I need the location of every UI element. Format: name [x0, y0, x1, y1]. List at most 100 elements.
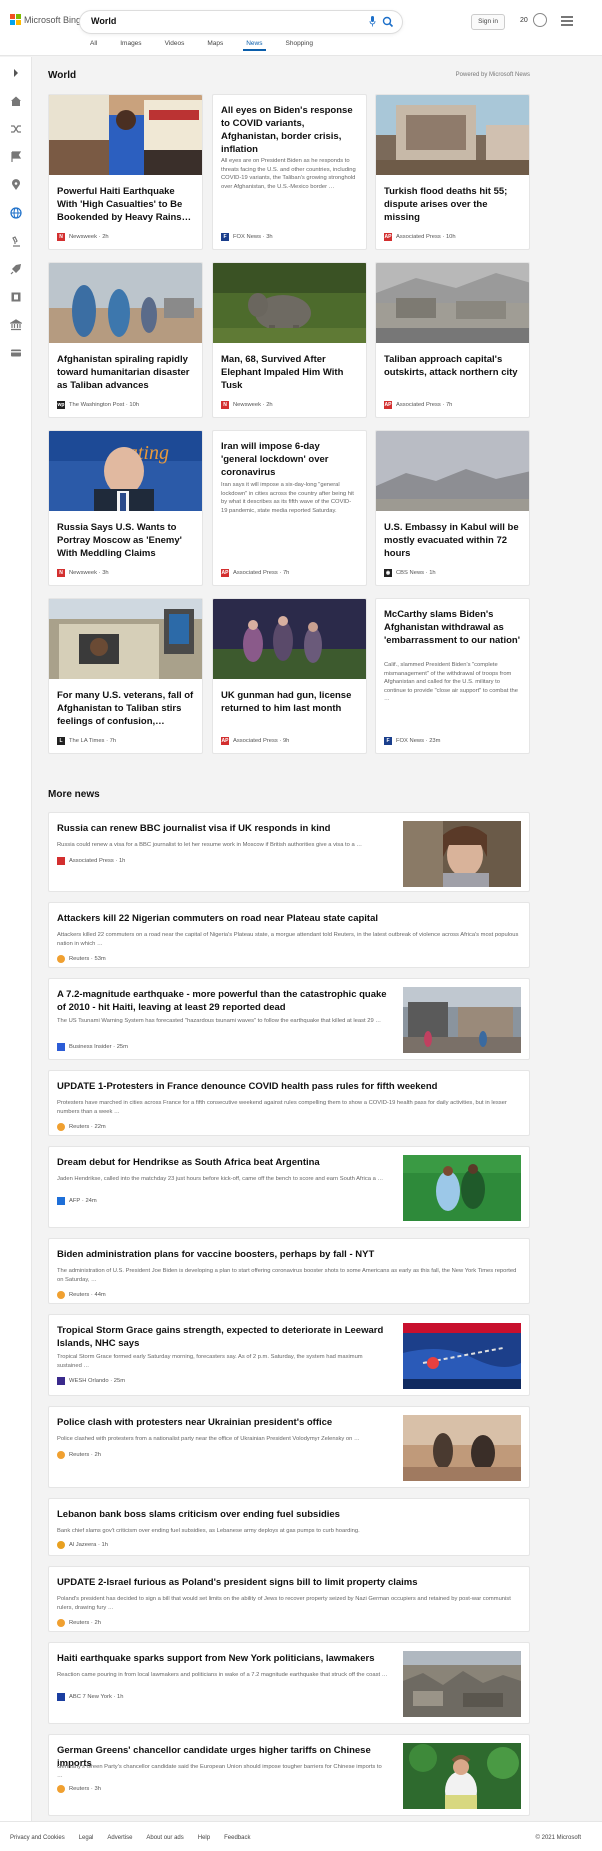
news-time: 1h	[101, 1542, 108, 1548]
news-title[interactable]: Biden administration plans for vaccine b…	[57, 1248, 519, 1261]
news-row[interactable]: Police clash with protesters near Ukrain…	[48, 1406, 530, 1488]
news-card[interactable]: McCarthy slams Biden's Afghanistan withd…	[375, 598, 530, 754]
search-input[interactable]: World	[91, 16, 116, 26]
news-title[interactable]: A 7.2-magnitude earthquake - more powerf…	[57, 988, 389, 1014]
logo-text: Microsoft Bing	[24, 14, 82, 25]
news-title[interactable]: Powerful Haiti Earthquake With 'High Cas…	[57, 185, 194, 224]
news-card[interactable]: Afghanistan spiraling rapidly toward hum…	[48, 262, 203, 418]
rewards-points[interactable]: 20	[520, 17, 528, 24]
news-title[interactable]: For many U.S. veterans, fall of Afghanis…	[57, 689, 194, 728]
news-title[interactable]: U.S. Embassy in Kabul will be mostly eva…	[384, 521, 521, 560]
footer-link-privacy[interactable]: Privacy and Cookies	[10, 1835, 65, 1841]
news-title[interactable]: Lebanon bank boss slams criticism over e…	[57, 1508, 519, 1521]
news-image	[376, 95, 529, 175]
news-card[interactable]: UK gunman had gun, license returned to h…	[212, 598, 367, 754]
source-logo-icon	[57, 1377, 65, 1385]
footer-link-about-ads[interactable]: About our ads	[146, 1835, 183, 1841]
news-title[interactable]: Afghanistan spiraling rapidly toward hum…	[57, 353, 194, 392]
source-name: Reuters	[69, 1124, 90, 1130]
news-thumbnail	[403, 1323, 521, 1389]
news-card[interactable]: U.S. Embassy in Kabul will be mostly eva…	[375, 430, 530, 586]
microscope-icon[interactable]	[10, 235, 22, 247]
news-card[interactable]: Man, 68, Survived After Elephant Impaled…	[212, 262, 367, 418]
menu-icon[interactable]	[561, 16, 573, 26]
bank-icon[interactable]	[10, 319, 22, 331]
news-row[interactable]: UPDATE 2-Israel furious as Poland's pres…	[48, 1566, 530, 1632]
news-description: Jaden Hendrikse, called into the matchda…	[57, 1176, 384, 1182]
tab-shopping[interactable]: Shopping	[286, 40, 313, 47]
news-time: 2h	[266, 402, 273, 408]
news-title[interactable]: Taliban approach capital's outskirts, at…	[384, 353, 521, 379]
bing-logo[interactable]: Microsoft Bing	[10, 14, 81, 25]
news-card[interactable]: All eyes on Biden's response to COVID va…	[212, 94, 367, 250]
location-pin-icon[interactable]	[10, 179, 22, 191]
news-source: Reuters · 2h	[57, 1619, 101, 1627]
source-logo-icon: F	[384, 737, 392, 745]
globe-icon[interactable]	[10, 207, 22, 219]
rocket-icon[interactable]	[10, 263, 22, 275]
news-row[interactable]: UPDATE 1-Protesters in France denounce C…	[48, 1070, 530, 1136]
sign-in-button[interactable]: Sign in	[471, 14, 505, 30]
news-title[interactable]: McCarthy slams Biden's Afghanistan withd…	[384, 608, 521, 647]
expand-chevron-icon[interactable]	[10, 67, 22, 79]
footer-link-help[interactable]: Help	[198, 1835, 210, 1841]
shuffle-icon[interactable]	[10, 123, 22, 135]
news-card[interactable]: Taliban approach capital's outskirts, at…	[375, 262, 530, 418]
news-title[interactable]: All eyes on Biden's response to COVID va…	[221, 104, 358, 156]
news-source: AP Associated Press · 7h	[221, 569, 290, 577]
news-row[interactable]: A 7.2-magnitude earthquake - more powerf…	[48, 978, 530, 1060]
tab-maps[interactable]: Maps	[207, 40, 223, 47]
news-title[interactable]: Dream debut for Hendrikse as South Afric…	[57, 1156, 389, 1169]
news-row[interactable]: Tropical Storm Grace gains strength, exp…	[48, 1314, 530, 1396]
news-row[interactable]: German Greens' chancellor candidate urge…	[48, 1734, 530, 1816]
source-logo-icon	[57, 1619, 65, 1627]
news-time: 25m	[116, 1044, 128, 1050]
news-title[interactable]: UK gunman had gun, license returned to h…	[221, 689, 358, 715]
rewards-medal-icon[interactable]	[533, 13, 547, 27]
news-title[interactable]: Attackers kill 22 Nigerian commuters on …	[57, 912, 519, 925]
news-row[interactable]: Russia can renew BBC journalist visa if …	[48, 812, 530, 892]
news-card[interactable]: For many U.S. veterans, fall of Afghanis…	[48, 598, 203, 754]
news-title[interactable]: Tropical Storm Grace gains strength, exp…	[57, 1324, 389, 1350]
news-card[interactable]: eating Russia Says U.S. Wants to Portray…	[48, 430, 203, 586]
news-row[interactable]: Attackers kill 22 Nigerian commuters on …	[48, 902, 530, 968]
news-title[interactable]: Haiti earthquake sparks support from New…	[57, 1652, 389, 1665]
source-name: Associated Press	[69, 858, 114, 864]
tab-images[interactable]: Images	[120, 40, 141, 47]
source-logo-icon: AP	[221, 569, 229, 577]
footer-link-legal[interactable]: Legal	[79, 1835, 94, 1841]
news-title[interactable]: Iran will impose 6-day 'general lockdown…	[221, 440, 358, 479]
news-row[interactable]: Lebanon bank boss slams criticism over e…	[48, 1498, 530, 1556]
footer-link-advertise[interactable]: Advertise	[107, 1835, 132, 1841]
news-title[interactable]: UPDATE 2-Israel furious as Poland's pres…	[57, 1576, 519, 1589]
news-source: AFP · 24m	[57, 1197, 97, 1205]
tab-all[interactable]: All	[90, 40, 97, 47]
news-row[interactable]: Dream debut for Hendrikse as South Afric…	[48, 1146, 530, 1228]
tab-videos[interactable]: Videos	[165, 40, 185, 47]
news-title[interactable]: Man, 68, Survived After Elephant Impaled…	[221, 353, 358, 392]
news-time: 1h	[117, 1694, 124, 1700]
home-icon[interactable]	[10, 95, 22, 107]
footer-link-feedback[interactable]: Feedback	[224, 1835, 250, 1841]
news-title[interactable]: Russia can renew BBC journalist visa if …	[57, 822, 389, 835]
credit-card-icon[interactable]	[10, 347, 22, 359]
news-title[interactable]: Police clash with protesters near Ukrain…	[57, 1416, 389, 1429]
news-title[interactable]: Turkish flood deaths hit 55; dispute ari…	[384, 185, 521, 224]
search-icon[interactable]	[380, 14, 396, 30]
source-logo-icon: AP	[384, 401, 392, 409]
news-title[interactable]: Russia Says U.S. Wants to Portray Moscow…	[57, 521, 194, 560]
microphone-icon[interactable]	[369, 16, 376, 27]
film-icon[interactable]	[10, 291, 22, 303]
news-time: 2h	[102, 234, 109, 240]
search-box[interactable]: World	[80, 11, 402, 33]
news-image	[376, 263, 529, 343]
tab-news[interactable]: News	[243, 40, 266, 51]
news-row[interactable]: Biden administration plans for vaccine b…	[48, 1238, 530, 1304]
news-card[interactable]: Turkish flood deaths hit 55; dispute ari…	[375, 94, 530, 250]
flag-icon[interactable]	[10, 151, 22, 163]
news-card[interactable]: Iran will impose 6-day 'general lockdown…	[212, 430, 367, 586]
news-title[interactable]: UPDATE 1-Protesters in France denounce C…	[57, 1080, 519, 1093]
news-row[interactable]: Haiti earthquake sparks support from New…	[48, 1642, 530, 1724]
news-card[interactable]: Powerful Haiti Earthquake With 'High Cas…	[48, 94, 203, 250]
news-source: N Newsweek · 2h	[221, 401, 273, 409]
